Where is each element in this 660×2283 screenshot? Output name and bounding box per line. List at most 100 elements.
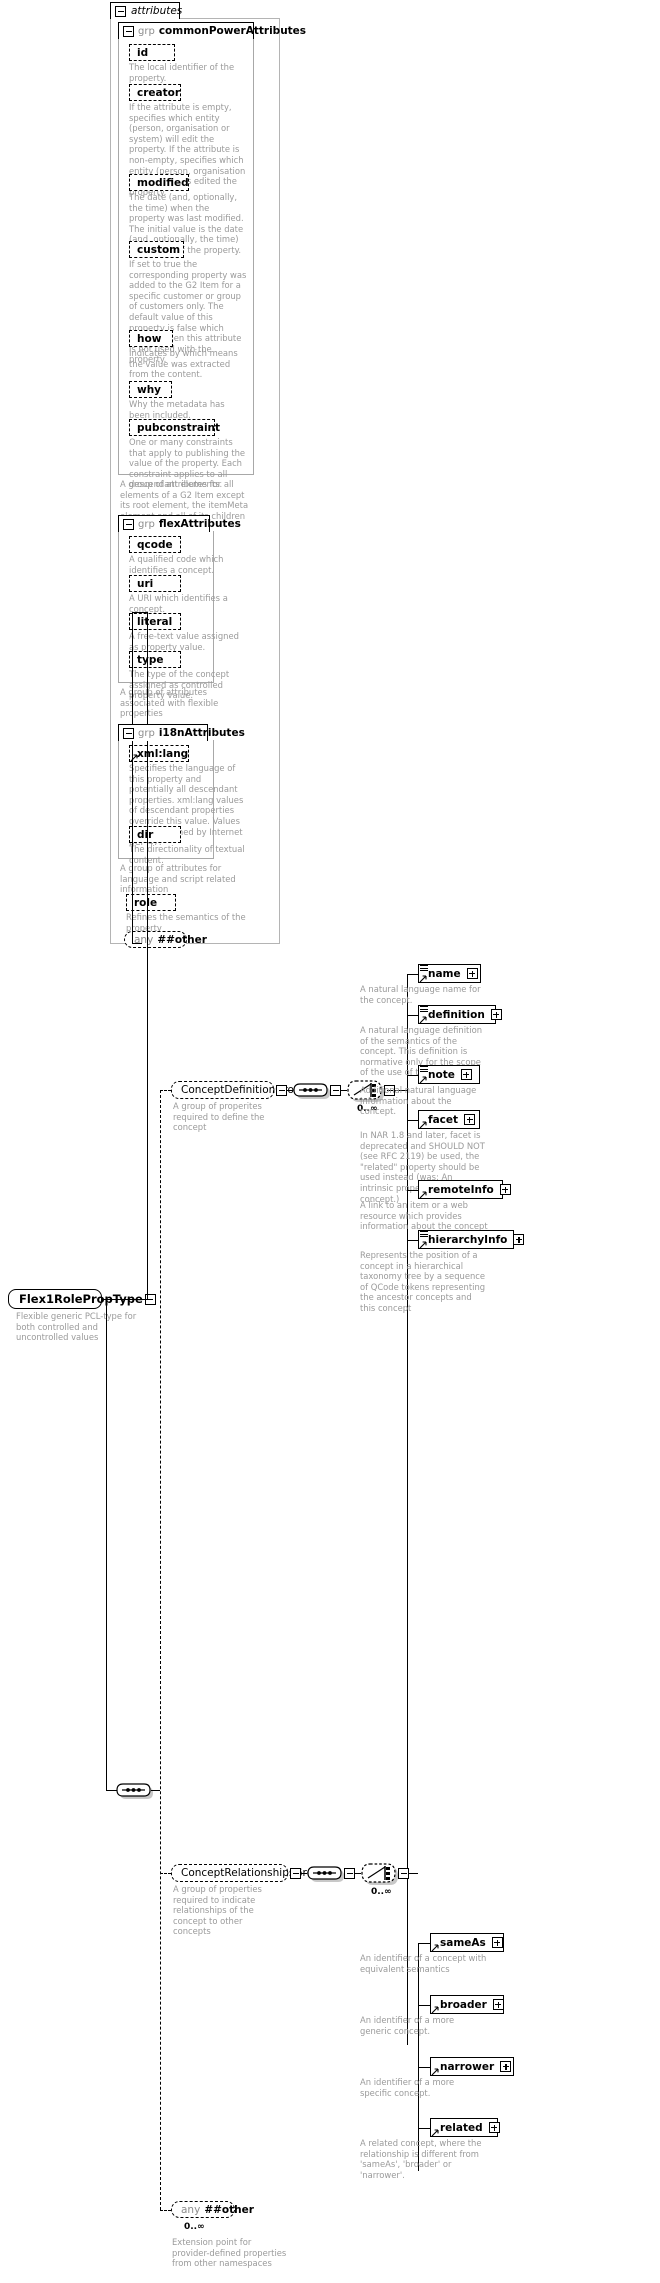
branch-2-spine bbox=[418, 1943, 419, 2171]
choice-collapse-2[interactable] bbox=[398, 1868, 409, 1879]
element-narrower[interactable]: narrower bbox=[430, 2057, 517, 2079]
sequence-collapse-2[interactable] bbox=[344, 1868, 355, 1879]
root-type-box[interactable]: Flex1RolePropType bbox=[8, 1289, 156, 1312]
attribute-label: type bbox=[137, 653, 164, 666]
content-any-other[interactable]: any ##other bbox=[171, 2201, 254, 2221]
group-ref-collapse-1[interactable] bbox=[276, 1085, 287, 1096]
collapse-icon[interactable] bbox=[398, 1868, 409, 1879]
attribute-doc-qcode: A qualified code which identifies a conc… bbox=[129, 554, 224, 575]
attribute-id[interactable]: id bbox=[129, 44, 178, 64]
elem-link-broader bbox=[418, 2005, 430, 2006]
type-ref-arrow-icon bbox=[419, 1015, 428, 1024]
attribute-pubconstraint[interactable]: pubconstraint bbox=[129, 419, 220, 439]
collapse-icon[interactable] bbox=[290, 1868, 301, 1879]
expand-icon[interactable] bbox=[500, 2061, 512, 2072]
collapse-icon[interactable] bbox=[276, 1085, 287, 1096]
element-name[interactable]: name bbox=[418, 964, 484, 986]
attribute-doc-how: Indicates by which means the value was e… bbox=[129, 348, 238, 380]
collapse-icon[interactable] bbox=[344, 1868, 355, 1879]
any-namespace: ##other bbox=[157, 933, 207, 946]
attribute-label: pubconstraint bbox=[137, 421, 221, 434]
expand-icon[interactable] bbox=[460, 1069, 472, 1080]
choice-node-2[interactable] bbox=[361, 1861, 403, 1885]
attribute-qcode[interactable]: qcode bbox=[129, 536, 184, 556]
expand-icon[interactable] bbox=[488, 2122, 500, 2133]
sequence-collapse-1[interactable] bbox=[330, 1085, 341, 1096]
element-label: hierarchyInfo bbox=[428, 1233, 508, 1246]
element-note[interactable]: note bbox=[418, 1065, 483, 1087]
attributes-panel-top-border bbox=[180, 18, 280, 19]
attributes-panel-left-border bbox=[110, 18, 111, 943]
attribute-uri[interactable]: uri bbox=[129, 575, 184, 595]
group-ref-collapse-2[interactable] bbox=[290, 1868, 301, 1879]
attributes-tab-label: attributes bbox=[131, 5, 183, 17]
attribute-literal[interactable]: literal bbox=[129, 613, 184, 633]
group-doc-flexattributes: A group of attributes associated with fl… bbox=[120, 687, 219, 719]
any-keyword: any bbox=[181, 2203, 201, 2216]
group-tab-commonpowerattributes[interactable]: grp commonPowerAttributes bbox=[118, 22, 306, 39]
group-ref-conceptrelationshipsgroup[interactable]: ConceptRelationshipsGroup bbox=[171, 1864, 326, 1885]
group-ref-conceptdefinitiongroup[interactable]: ConceptDefinitionGroup bbox=[171, 1081, 307, 1102]
sequence-node-1[interactable] bbox=[293, 1080, 335, 1100]
attribute-role[interactable]: role bbox=[126, 894, 179, 914]
collapse-icon[interactable] bbox=[115, 5, 126, 17]
attribute-dir[interactable]: dir bbox=[129, 826, 184, 846]
schema-diagram-canvas: attributes grp commonPowerAttributes id … bbox=[0, 0, 660, 2283]
attribute-xml-lang[interactable]: xml:lang bbox=[129, 745, 192, 765]
root-type-doc: Flexible generic PCL-type for both contr… bbox=[16, 1311, 137, 1343]
element-remoteinfo[interactable]: remoteInfo bbox=[418, 1180, 511, 1202]
group-tab-i18nattributes[interactable]: grp i18nAttributes bbox=[118, 724, 245, 741]
content-branch-v bbox=[106, 1299, 107, 1790]
expand-icon[interactable] bbox=[466, 968, 478, 979]
element-doc-related: A related concept, where the relationshi… bbox=[360, 2138, 482, 2180]
element-doc-sameas: An identifier of a concept with equivale… bbox=[360, 1953, 487, 1974]
elem-link-related bbox=[418, 2128, 430, 2129]
element-broader[interactable]: broader bbox=[430, 1995, 507, 2017]
sequence-node-2[interactable] bbox=[307, 1863, 349, 1883]
branch-1-dashed-h bbox=[160, 1090, 171, 1091]
attribute-how[interactable]: how bbox=[129, 330, 176, 350]
type-ref-arrow-icon bbox=[419, 1120, 428, 1129]
expand-icon[interactable] bbox=[492, 1999, 504, 2010]
expand-icon[interactable] bbox=[464, 1114, 476, 1125]
sequence-lines-icon bbox=[420, 965, 428, 972]
group-name: i18nAttributes bbox=[158, 727, 245, 739]
attribute-any-other[interactable]: any ##other bbox=[124, 931, 207, 951]
attribute-custom[interactable]: custom bbox=[129, 241, 187, 261]
attribute-modified[interactable]: modified bbox=[129, 174, 192, 194]
collapse-icon[interactable] bbox=[123, 25, 134, 37]
group-name: commonPowerAttributes bbox=[158, 25, 307, 37]
expand-icon[interactable] bbox=[499, 1184, 511, 1195]
type-ref-arrow-icon bbox=[419, 1075, 428, 1084]
expand-icon[interactable] bbox=[513, 1234, 525, 1245]
type-ref-arrow-icon bbox=[431, 2067, 440, 2076]
expand-icon[interactable] bbox=[490, 1009, 502, 1020]
element-definition[interactable]: definition bbox=[418, 1005, 502, 1027]
attribute-label: xml:lang bbox=[137, 747, 189, 760]
element-hierarchyinfo[interactable]: hierarchyInfo bbox=[418, 1230, 525, 1252]
elem-link-definition bbox=[407, 1015, 418, 1016]
attribute-why[interactable]: why bbox=[129, 381, 175, 401]
element-label: facet bbox=[428, 1113, 459, 1126]
collapse-icon[interactable] bbox=[330, 1085, 341, 1096]
attribute-label: custom bbox=[137, 243, 181, 256]
collapse-icon[interactable] bbox=[123, 727, 134, 739]
element-label: related bbox=[440, 2121, 483, 2134]
element-facet[interactable]: facet bbox=[418, 1110, 483, 1132]
collapse-icon[interactable] bbox=[123, 518, 134, 530]
element-sameas[interactable]: sameAs bbox=[430, 1933, 507, 1955]
type-ref-arrow-icon bbox=[419, 1190, 428, 1199]
expand-icon[interactable] bbox=[491, 1937, 503, 1948]
attribute-type[interactable]: type bbox=[129, 651, 184, 671]
attribute-doc-uri: A URI which identifies a concept. bbox=[129, 593, 228, 614]
element-related[interactable]: related bbox=[430, 2118, 501, 2140]
attribute-doc-id: The local identifier of the property. bbox=[129, 62, 235, 83]
group-tab-flexattributes[interactable]: grp flexAttributes bbox=[118, 515, 241, 532]
element-label: narrower bbox=[440, 2060, 495, 2073]
content-any-other-doc: Extension point for provider-defined pro… bbox=[172, 2237, 287, 2269]
elem-link-remoteinfo bbox=[407, 1190, 418, 1191]
attributes-tab[interactable]: attributes bbox=[110, 2, 183, 19]
attribute-label: how bbox=[137, 332, 162, 345]
attributes-branch-v bbox=[132, 612, 133, 943]
attribute-creator[interactable]: creator bbox=[129, 84, 184, 104]
